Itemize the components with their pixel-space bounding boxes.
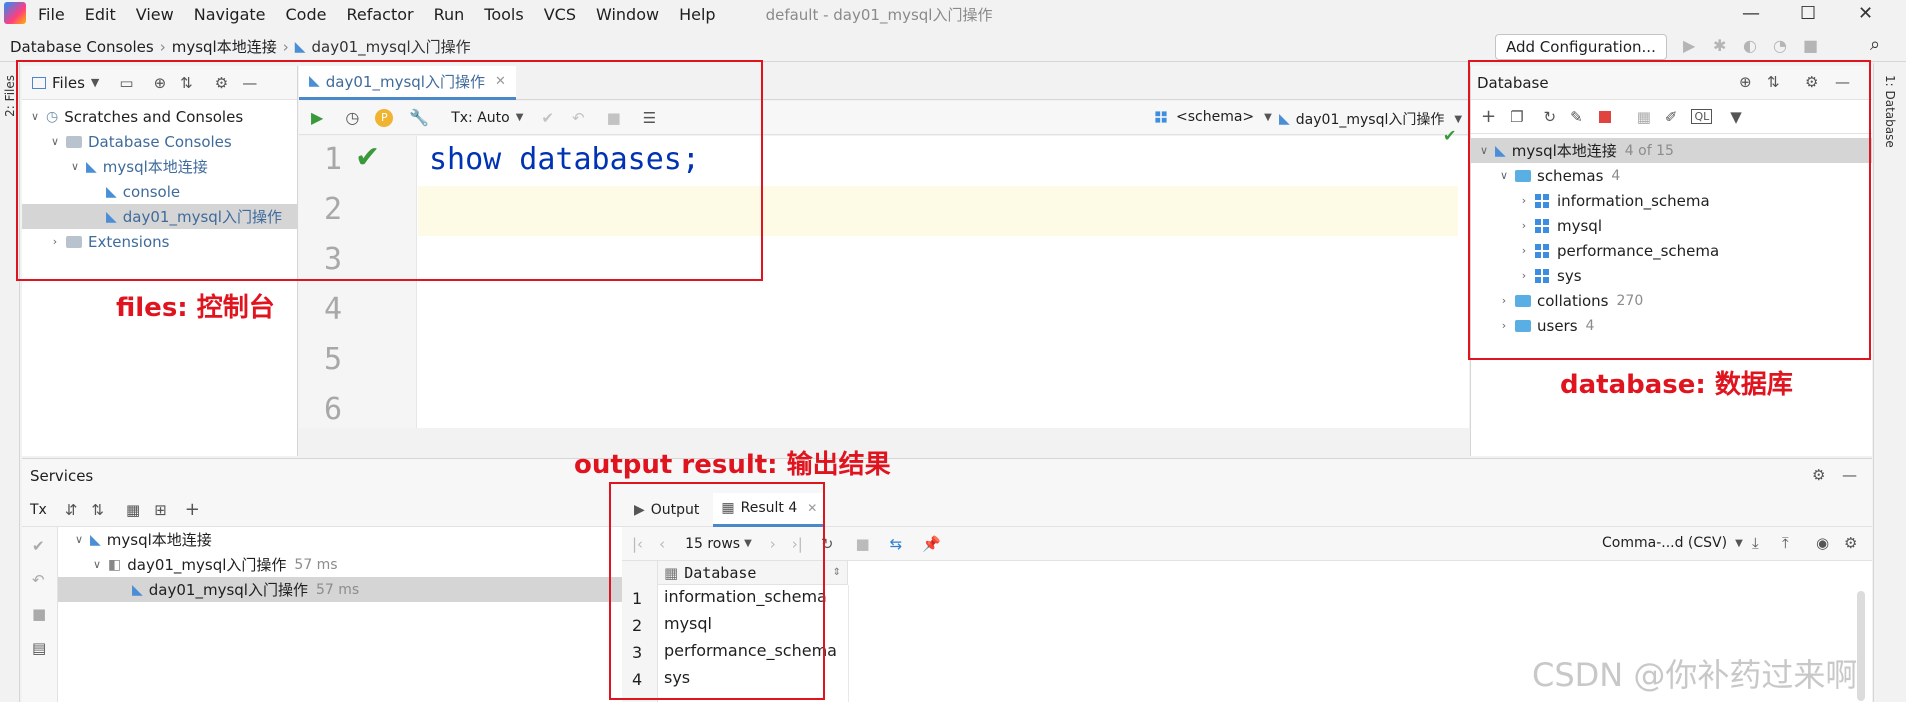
- expand-all-icon[interactable]: ⇵: [65, 501, 78, 519]
- menu-navigate[interactable]: Navigate: [194, 5, 266, 24]
- menu-bar: File Edit View Navigate Code Refactor Ru…: [0, 0, 1906, 28]
- column-divider: [848, 585, 849, 702]
- menu-tools[interactable]: Tools: [484, 5, 523, 24]
- services-item-label: mysql本地连接: [106, 531, 212, 549]
- console-icon: ◣: [132, 581, 143, 598]
- services-tree: ∨ ◣ mysql本地连接 ∨ ◧ day01_mysql入门操作 57 ms …: [58, 527, 622, 702]
- menu-view[interactable]: View: [136, 5, 174, 24]
- profile-icon[interactable]: ◔: [1773, 36, 1787, 55]
- services-item-connection[interactable]: ∨ ◣ mysql本地连接: [58, 527, 622, 552]
- app-logo-icon: [4, 2, 26, 24]
- chevron-down-icon: ▼: [1454, 113, 1463, 125]
- files-tool-window-button[interactable]: 2: Files: [3, 75, 17, 117]
- schema-icon: [1155, 111, 1167, 123]
- database-tool-window-button[interactable]: 1: Database: [1883, 75, 1897, 148]
- sort-icon[interactable]: ⇕: [833, 567, 841, 578]
- close-icon[interactable]: ✕: [1858, 3, 1873, 24]
- chevron-right-icon: ›: [159, 37, 166, 56]
- line-number: 5: [324, 342, 343, 377]
- rollback-icon[interactable]: ↶: [32, 571, 57, 589]
- schema-selector-label: <schema>: [1176, 109, 1255, 125]
- watermark: CSDN @你补药过来啊: [1532, 656, 1858, 694]
- stop-icon[interactable]: ■: [32, 605, 57, 623]
- line-number: 6: [324, 392, 343, 427]
- new-tab-icon[interactable]: ⊞: [154, 501, 167, 519]
- menu-code[interactable]: Code: [286, 5, 327, 24]
- right-tool-stripe: 1: Database: [1873, 63, 1906, 702]
- services-side-toolbar: ✔ ↶ ■ ▤: [22, 527, 58, 702]
- add-icon[interactable]: +: [185, 499, 200, 520]
- stop-icon[interactable]: ■: [855, 535, 869, 553]
- search-icon[interactable]: ⌕: [1870, 34, 1880, 55]
- files-annotation-box: [16, 60, 763, 281]
- services-item-session[interactable]: ∨ ◧ day01_mysql入门操作 57 ms: [58, 552, 622, 577]
- view-icon[interactable]: ◉: [1816, 534, 1829, 552]
- breadcrumb-item[interactable]: day01_mysql入门操作: [311, 36, 470, 57]
- menu-run[interactable]: Run: [434, 5, 465, 24]
- run-icon[interactable]: ▶: [1683, 36, 1695, 55]
- layout-icon[interactable]: ▤: [32, 639, 57, 657]
- export-format-selector[interactable]: Comma-...d (CSV) ▼: [1602, 535, 1743, 551]
- compare-icon[interactable]: ⇆: [890, 535, 903, 553]
- services-item-time: 57 ms: [294, 556, 338, 573]
- datasource-icon: ◣: [90, 531, 101, 548]
- pin-icon[interactable]: 📌: [922, 535, 941, 553]
- line-number: 4: [324, 292, 343, 327]
- chevron-down-icon: ▼: [1735, 537, 1743, 549]
- debug-icon[interactable]: ✱: [1713, 36, 1726, 55]
- window-title: default - day01_mysql入门操作: [765, 5, 993, 24]
- menu-file[interactable]: File: [38, 5, 65, 24]
- menu-vcs[interactable]: VCS: [544, 5, 576, 24]
- database-annotation-box: [1468, 60, 1871, 360]
- output-annotation-box: [609, 482, 825, 700]
- console-icon: ◣: [294, 38, 306, 55]
- schema-selector[interactable]: <schema> ▼: [1154, 109, 1272, 125]
- files-annotation-label: files: 控制台: [116, 293, 275, 323]
- services-panel-header: Services ⚙ —: [22, 459, 1872, 493]
- services-item-label: day01_mysql入门操作: [127, 556, 287, 574]
- expand-arrow-icon[interactable]: ∨: [90, 558, 104, 571]
- navigation-bar: Database Consoles › mysql本地连接 › ◣ day01_…: [0, 32, 1906, 62]
- services-item-time: 57 ms: [315, 581, 360, 598]
- menu-refactor[interactable]: Refactor: [346, 5, 413, 24]
- add-configuration-button[interactable]: Add Configuration...: [1495, 34, 1667, 60]
- download-icon[interactable]: ⤓: [1752, 534, 1759, 552]
- services-item-console[interactable]: ◣ day01_mysql入门操作 57 ms: [58, 577, 622, 602]
- session-selector-label: day01_mysql入门操作: [1295, 112, 1445, 128]
- menu-list: File Edit View Navigate Code Refactor Ru…: [38, 4, 992, 25]
- gear-icon[interactable]: ⚙: [1812, 466, 1825, 484]
- gear-icon[interactable]: ⚙: [1844, 534, 1857, 552]
- upload-icon[interactable]: ⤒: [1782, 534, 1789, 552]
- services-toolbar: Tx ⇵ ⇅ ▦ ⊞ +: [22, 493, 622, 527]
- menu-window[interactable]: Window: [596, 5, 659, 24]
- tx-indicator: Tx: [30, 501, 47, 518]
- commit-icon[interactable]: ✔: [32, 537, 57, 555]
- ide-window: File Edit View Navigate Code Refactor Ru…: [0, 0, 1906, 702]
- group-icon[interactable]: ▦: [126, 501, 140, 519]
- services-panel-title: Services: [30, 467, 94, 485]
- inspection-ok-icon: ✔: [1443, 126, 1457, 145]
- breadcrumb-item[interactable]: mysql本地连接: [172, 36, 277, 57]
- breadcrumb: Database Consoles › mysql本地连接 › ◣ day01_…: [0, 36, 471, 57]
- menu-help[interactable]: Help: [679, 5, 715, 24]
- database-annotation-label: database: 数据库: [1560, 370, 1793, 400]
- session-selector[interactable]: ◣ day01_mysql入门操作 ▼: [1279, 109, 1462, 129]
- collapse-all-icon[interactable]: ⇅: [91, 501, 104, 519]
- stop-icon[interactable]: ■: [1803, 36, 1818, 55]
- export-format-label: Comma-...d (CSV): [1602, 535, 1728, 551]
- chevron-right-icon: ›: [282, 37, 289, 56]
- coverage-icon[interactable]: ◐: [1743, 36, 1757, 55]
- session-icon: ◣: [1279, 111, 1290, 127]
- vertical-scrollbar[interactable]: [1857, 591, 1865, 701]
- menu-edit[interactable]: Edit: [85, 5, 116, 24]
- services-item-label: day01_mysql入门操作: [148, 581, 308, 599]
- output-annotation-label: output result: 输出结果: [574, 450, 891, 480]
- breadcrumb-item[interactable]: Database Consoles: [10, 38, 154, 56]
- session-icon: ◧: [108, 556, 122, 573]
- expand-arrow-icon[interactable]: ∨: [72, 533, 86, 546]
- maximize-icon[interactable]: ☐: [1800, 3, 1816, 24]
- hide-panel-icon[interactable]: —: [1842, 466, 1857, 484]
- minimize-icon[interactable]: —: [1742, 3, 1760, 24]
- chevron-down-icon: ▼: [1264, 111, 1272, 123]
